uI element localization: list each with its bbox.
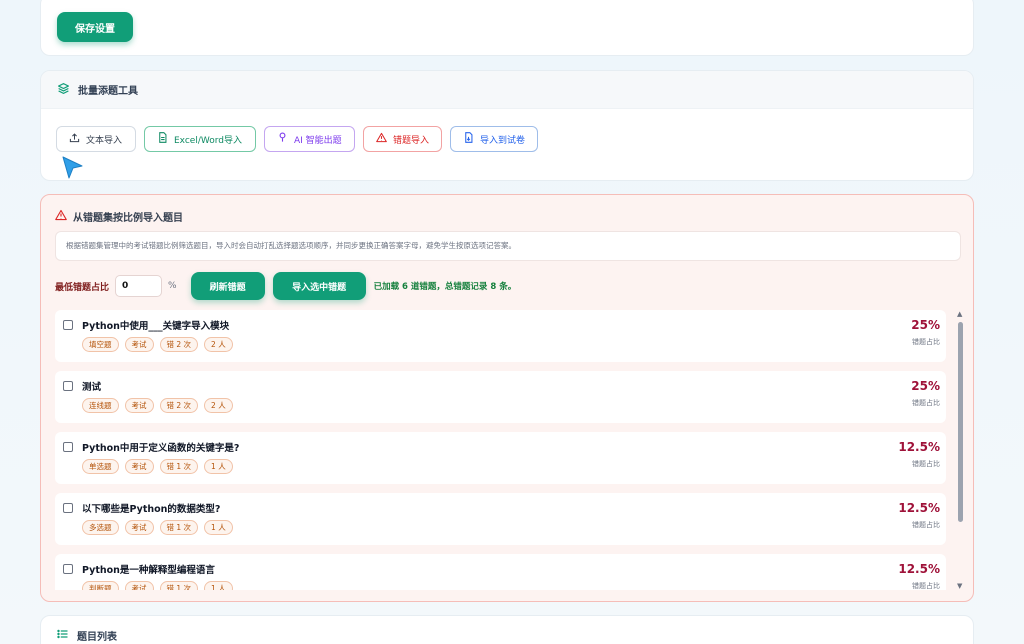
item-checkbox[interactable] [63,564,73,574]
wrong-rate-caption: 错题占比 [912,338,940,346]
list-item[interactable]: Python中用于定义函数的关键字是? 单选题 考试 错 1 次 1 人 12.… [55,432,946,484]
excel-word-import-label: Excel/Word导入 [174,135,243,146]
wrong-rate-value: 12.5% [898,501,940,515]
upload-icon [69,132,80,146]
refresh-wrong-button[interactable]: 刷新错题 [190,272,265,300]
item-title: 测试 [82,382,102,393]
list-item[interactable]: Python是一种解释型编程语言 判断题 考试 错 1 次 1 人 12.5% … [55,554,946,590]
source-tag: 考试 [124,581,154,590]
min-rate-input[interactable] [115,275,163,297]
item-checkbox[interactable] [63,320,73,330]
item-tags: 连线题 考试 错 2 次 2 人 [82,398,233,413]
item-title: Python中使用___关键字导入模块 [82,321,230,332]
list-item[interactable]: Python中使用___关键字导入模块 填空题 考试 错 2 次 2 人 25%… [55,310,946,362]
wrong-rate-value: 25% [911,379,940,393]
item-tags: 单选题 考试 错 1 次 1 人 [82,459,233,474]
wrong-rate-value: 12.5% [898,440,940,454]
people-count-tag: 1 人 [204,459,233,474]
source-tag: 考试 [124,337,154,352]
type-tag: 连线题 [82,398,119,413]
load-status-text: 已加载 6 道错题，总错题记录 8 条。 [373,282,517,292]
item-checkbox[interactable] [63,503,73,513]
scroll-down-arrow-icon[interactable]: ▼ [957,582,962,590]
source-tag: 考试 [124,520,154,535]
wrong-rate-value: 12.5% [898,562,940,576]
type-tag: 判断题 [82,581,119,590]
type-tag: 填空题 [82,337,119,352]
question-list-card: 题目列表 [40,615,974,644]
import-to-paper-button[interactable]: 导入到试卷 [450,126,538,152]
wrong-import-label: 错题导入 [393,135,430,146]
list-icon [57,628,69,643]
scroll-thumb[interactable] [958,322,963,522]
type-tag: 单选题 [82,459,119,474]
item-checkbox[interactable] [63,442,73,452]
batch-tool-title: 批量添题工具 [78,86,138,97]
type-tag: 多选题 [82,520,119,535]
question-list-title: 题目列表 [77,632,117,643]
wrong-rate-caption: 错题占比 [912,460,940,468]
ai-generate-label: AI 智能出题 [294,135,342,146]
filter-row: 最低错题占比 % 刷新错题 导入选中错题 已加载 6 道错题，总错题记录 8 条… [55,272,516,300]
batch-tool-buttons: 文本导入 Excel/Word导入 AI 智能出题 错题导入 导入到试卷 [56,126,538,152]
item-checkbox[interactable] [63,381,73,391]
wrong-count-tag: 错 1 次 [159,459,199,474]
source-tag: 考试 [124,398,154,413]
item-tags: 判断题 考试 错 1 次 1 人 [82,581,233,590]
people-count-tag: 1 人 [204,520,233,535]
import-to-paper-label: 导入到试卷 [480,135,526,146]
min-rate-label: 最低错题占比 [55,282,110,293]
wrong-import-title: 从错题集按比例导入题目 [73,213,183,224]
wrong-count-tag: 错 2 次 [159,398,199,413]
save-settings-button[interactable]: 保存设置 [57,12,133,42]
wrong-question-list[interactable]: Python中使用___关键字导入模块 填空题 考试 错 2 次 2 人 25%… [55,310,961,590]
percent-sign: % [168,281,177,291]
import-selected-button[interactable]: 导入选中错题 [272,272,366,300]
wrong-rate-caption: 错题占比 [912,582,940,590]
batch-tool-card: 批量添题工具 文本导入 Excel/Word导入 AI 智能出题 错题导入 导入… [40,70,974,181]
wrong-rate-caption: 错题占比 [912,399,940,407]
wrong-import-button[interactable]: 错题导入 [363,126,442,152]
layers-icon [57,82,70,98]
scroll-up-arrow-icon[interactable]: ▲ [957,310,962,318]
text-import-label: 文本导入 [86,135,123,146]
batch-tool-header: 批量添题工具 [41,71,973,109]
file-import-icon [463,132,474,146]
item-tags: 填空题 考试 错 2 次 2 人 [82,337,233,352]
bulb-icon [277,132,288,146]
wrong-import-header: 从错题集按比例导入题目 [55,209,183,224]
wrong-count-tag: 错 2 次 [159,337,199,352]
wrong-rate-value: 25% [911,318,940,332]
wrong-rate-caption: 错题占比 [912,521,940,529]
people-count-tag: 2 人 [204,337,233,352]
excel-word-import-button[interactable]: Excel/Word导入 [144,126,256,152]
ai-generate-button[interactable]: AI 智能出题 [264,126,355,152]
question-list-header: 题目列表 [57,628,117,643]
settings-card: 保存设置 [40,0,974,56]
list-item[interactable]: 以下哪些是Python的数据类型? 多选题 考试 错 1 次 1 人 12.5%… [55,493,946,545]
source-tag: 考试 [124,459,154,474]
item-tags: 多选题 考试 错 1 次 1 人 [82,520,233,535]
cursor-icon [62,156,84,183]
item-title: Python中用于定义函数的关键字是? [82,443,240,454]
wrong-import-section: 从错题集按比例导入题目 根据错题集管理中的考试错题比例筛选题目，导入时会自动打乱… [40,194,974,602]
list-scrollbar[interactable]: ▲ ▼ [957,310,965,590]
item-title: Python是一种解释型编程语言 [82,565,215,576]
text-import-button[interactable]: 文本导入 [56,126,136,152]
people-count-tag: 1 人 [204,581,233,590]
item-title: 以下哪些是Python的数据类型? [82,504,221,515]
warning-icon [376,132,387,146]
file-icon [157,132,168,146]
wrong-count-tag: 错 1 次 [159,520,199,535]
warning-icon [55,209,67,224]
people-count-tag: 2 人 [204,398,233,413]
wrong-import-description: 根据错题集管理中的考试错题比例筛选题目，导入时会自动打乱选择题选项顺序，并同步更… [55,231,961,261]
wrong-count-tag: 错 1 次 [159,581,199,590]
list-item[interactable]: 测试 连线题 考试 错 2 次 2 人 25% 错题占比 [55,371,946,423]
